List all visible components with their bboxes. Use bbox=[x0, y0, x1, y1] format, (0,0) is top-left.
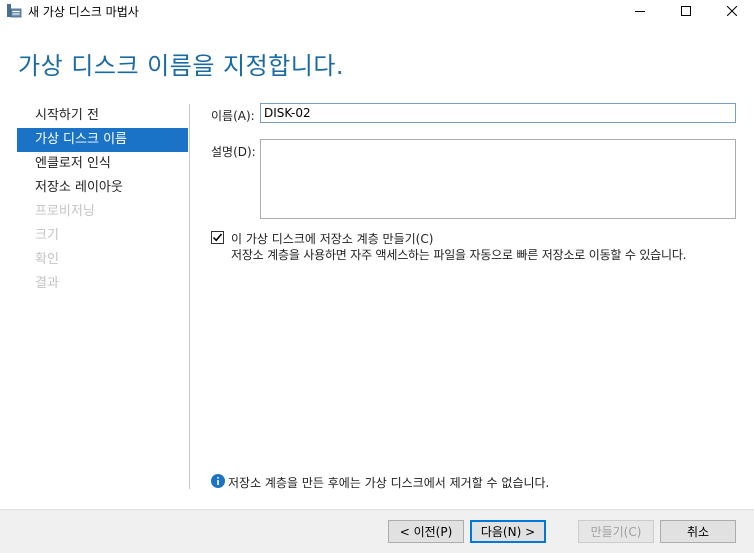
step-before-you-begin[interactable]: 시작하기 전 bbox=[17, 104, 188, 128]
description-input[interactable] bbox=[260, 139, 736, 219]
wizard-steps: 시작하기 전 가상 디스크 이름 엔클로저 인식 저장소 레이아웃 프로비저닝 … bbox=[17, 104, 188, 296]
name-input[interactable] bbox=[260, 103, 736, 123]
minimize-button[interactable] bbox=[617, 0, 663, 22]
cancel-button[interactable]: 취소 bbox=[660, 520, 736, 543]
storage-tier-checkbox[interactable] bbox=[211, 231, 224, 244]
step-confirmation: 확인 bbox=[35, 252, 59, 267]
create-button: 만들기(C) bbox=[578, 520, 654, 543]
maximize-button[interactable] bbox=[663, 0, 709, 22]
info-icon bbox=[211, 474, 225, 488]
name-label: 이름(A): bbox=[211, 109, 255, 123]
step-enclosure-awareness[interactable]: 엔클로저 인식 bbox=[17, 152, 188, 176]
wizard-app-icon bbox=[7, 4, 22, 18]
maximize-icon bbox=[681, 6, 691, 16]
storage-tier-description: 저장소 계층을 사용하면 자주 액세스하는 파일을 자동으로 빠른 저장소로 이… bbox=[231, 248, 687, 262]
step-virtual-disk-name[interactable]: 가상 디스크 이름 bbox=[17, 128, 188, 152]
step-provisioning: 프로비저닝 bbox=[35, 204, 95, 219]
next-button[interactable]: 다음(N) > bbox=[470, 520, 546, 543]
vertical-divider bbox=[189, 104, 190, 489]
info-message: 저장소 계층을 만든 후에는 가상 디스크에서 제거할 수 없습니다. bbox=[228, 476, 550, 490]
close-icon bbox=[727, 6, 737, 16]
minimize-icon bbox=[635, 11, 645, 12]
page-title: 가상 디스크 이름을 지정합니다. bbox=[18, 52, 345, 80]
window-title: 새 가상 디스크 마법사 bbox=[28, 5, 139, 19]
step-results: 결과 bbox=[35, 276, 59, 291]
previous-button[interactable]: < 이전(P) bbox=[388, 520, 464, 543]
title-bar: 새 가상 디스크 마법사 bbox=[0, 0, 754, 22]
checkmark-icon bbox=[212, 233, 223, 242]
step-storage-layout[interactable]: 저장소 레이아웃 bbox=[17, 176, 188, 200]
storage-tier-checkbox-label[interactable]: 이 가상 디스크에 저장소 계층 만들기(C) bbox=[231, 230, 433, 247]
close-button[interactable] bbox=[709, 0, 754, 22]
step-size: 크기 bbox=[35, 228, 59, 243]
description-label: 설명(D): bbox=[211, 145, 256, 159]
